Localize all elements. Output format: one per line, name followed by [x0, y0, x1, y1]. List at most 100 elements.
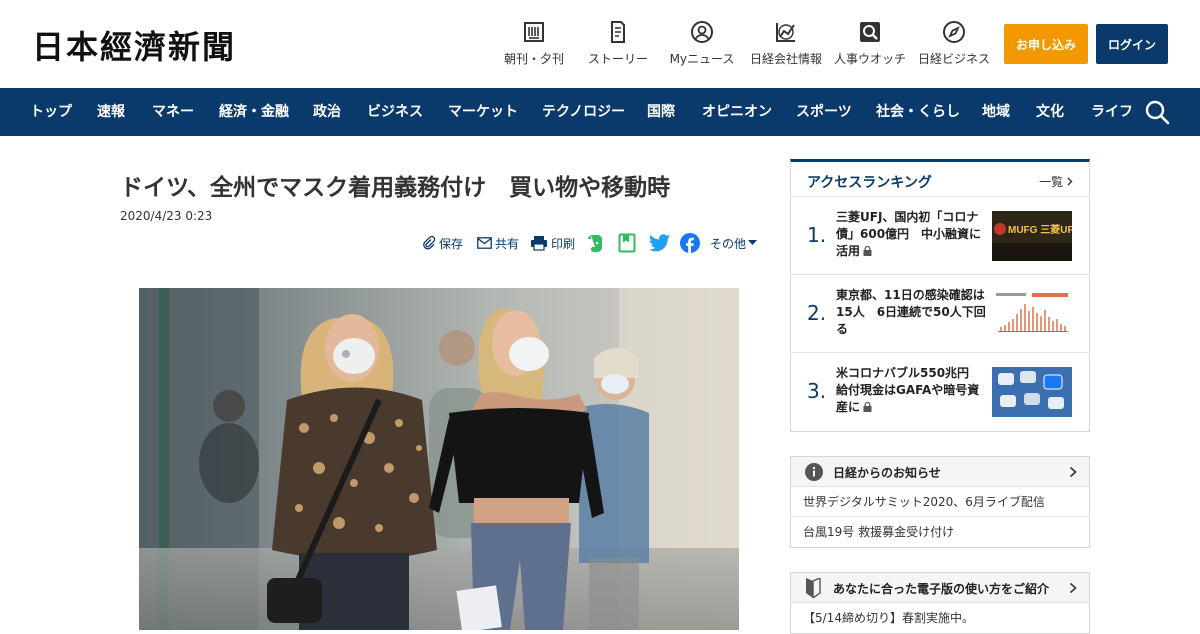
notices-header[interactable]: 日経からのお知らせ — [791, 457, 1089, 487]
lock-icon — [863, 402, 872, 412]
nav-item-technology[interactable]: テクノロジー — [542, 88, 625, 136]
article-photo — [139, 288, 739, 630]
beginner-mark-icon — [806, 578, 821, 598]
search-icon[interactable] — [1144, 99, 1170, 125]
ranking-more-link[interactable]: 一覧 — [1039, 173, 1073, 190]
twitter-icon — [649, 234, 670, 252]
facebook-icon — [680, 233, 700, 253]
header-nav-label: 人事ウオッチ — [833, 52, 906, 66]
ranking-item[interactable]: 1. 三菱UFJ、国内初「コロナ債」600億円 中小融資に活用 MUFG 三菱U… — [791, 197, 1089, 275]
nav-item-opinion[interactable]: オピニオン — [702, 88, 772, 136]
notice-item[interactable]: 世界デジタルサミット2020、6月ライブ配信 — [791, 487, 1089, 517]
ranking-header: アクセスランキング 一覧 — [791, 162, 1089, 197]
header-nav-newspaper[interactable]: 朝刊・夕刊 — [492, 20, 576, 67]
notices-box: 日経からのお知らせ 世界デジタルサミット2020、6月ライブ配信 台風19号 救… — [790, 456, 1090, 548]
header-nav-story[interactable]: ストーリー — [576, 20, 660, 67]
ranking-thumbnail: MUFG 三菱UFJ — [992, 211, 1072, 261]
ranking-more-label: 一覧 — [1039, 175, 1064, 189]
ranking-headline: 米コロナバブル550兆円 給付現金はGAFAや暗号資産に — [836, 365, 986, 416]
notices-title: 日経からのお知らせ — [833, 466, 941, 480]
ranking-headline: 東京都、11日の感染確認は15人 6日連続で50人下回る — [836, 287, 986, 338]
ranking-thumbnail — [992, 367, 1072, 417]
guide-header[interactable]: あなたに合った電子版の使い方をご紹介 — [791, 573, 1089, 603]
story-icon — [611, 21, 625, 43]
ranking-number: 3. — [807, 379, 827, 403]
main-nav: トップ 速報 マネー 経済・金融 政治 ビジネス マーケット テクノロジー 国際… — [0, 88, 1200, 136]
save-button[interactable]: 保存 — [422, 232, 463, 254]
nav-item-sports[interactable]: スポーツ — [796, 88, 852, 136]
guide-item[interactable]: 【5/14締め切り】春割実施中。 — [791, 603, 1089, 633]
evernote-button[interactable] — [586, 232, 604, 254]
ranking-headline: 三菱UFJ、国内初「コロナ債」600億円 中小融資に活用 — [836, 209, 986, 260]
header-nav-mynews[interactable]: Myニュース — [660, 20, 744, 67]
nav-item-breaking[interactable]: 速報 — [97, 88, 125, 136]
evernote-icon — [588, 235, 602, 252]
share-button[interactable]: 共有 — [477, 232, 519, 254]
twitter-button[interactable] — [649, 232, 670, 254]
ranking-number: 1. — [807, 223, 827, 247]
save-label: 保存 — [439, 236, 464, 251]
article-date: 2020/4/23 0:23 — [120, 209, 213, 223]
ranking-title: アクセスランキング — [807, 175, 932, 191]
ranking-headline-text: 米コロナバブル550兆円 給付現金はGAFAや暗号資産に — [836, 366, 982, 414]
nav-item-money[interactable]: マネー — [152, 88, 194, 136]
access-ranking: アクセスランキング 一覧 1. 三菱UFJ、国内初「コロナ債」600億円 中小融… — [790, 159, 1090, 432]
nav-item-top[interactable]: トップ — [30, 88, 72, 136]
person-icon — [691, 21, 713, 43]
paperclip-icon — [423, 236, 436, 250]
nav-item-market[interactable]: マーケット — [448, 88, 518, 136]
lock-icon — [863, 246, 872, 256]
header-nav-label: 日経会社情報 — [749, 52, 822, 66]
bookmark-icon — [618, 233, 636, 253]
print-button[interactable]: 印刷 — [530, 232, 575, 254]
header-nav: 朝刊・夕刊 ストーリー Myニュース 日経会社情報 人事ウオッチ 日経ビジネス — [492, 20, 996, 67]
ranking-headline-text: 東京都、11日の感染確認は15人 6日連続で50人下回る — [836, 288, 986, 336]
newspaper-icon — [524, 22, 544, 42]
bookmark-button[interactable] — [618, 232, 636, 254]
caret-down-icon — [748, 240, 758, 245]
nav-item-culture[interactable]: 文化 — [1036, 88, 1064, 136]
nav-item-politics[interactable]: 政治 — [313, 88, 341, 136]
more-share-button[interactable]: その他 — [710, 232, 758, 254]
header-nav-company-info[interactable]: 日経会社情報 — [744, 20, 828, 67]
nav-item-international[interactable]: 国際 — [647, 88, 675, 136]
nav-item-economy[interactable]: 経済・金融 — [219, 88, 289, 136]
site-logo[interactable]: 日本經濟新聞 — [32, 22, 236, 68]
info-icon — [805, 463, 823, 481]
chart-icon — [776, 23, 795, 42]
subscribe-button[interactable]: お申し込み — [1004, 24, 1088, 64]
chevron-right-icon — [1067, 177, 1073, 186]
ranking-headline-text: 三菱UFJ、国内初「コロナ債」600億円 中小融資に活用 — [836, 210, 982, 258]
header-nav-label: Myニュース — [669, 52, 735, 66]
print-label: 印刷 — [551, 236, 576, 251]
guide-title: あなたに合った電子版の使い方をご紹介 — [833, 582, 1050, 596]
share-label: 共有 — [495, 236, 520, 251]
search-person-icon — [860, 22, 880, 42]
printer-icon — [531, 236, 547, 251]
login-button[interactable]: ログイン — [1096, 24, 1168, 64]
nav-item-life[interactable]: ライフ — [1091, 88, 1133, 136]
article-title: ドイツ、全州でマスク着用義務付け 買い物や移動時 — [120, 175, 671, 201]
compass-icon — [943, 21, 965, 43]
notice-item[interactable]: 台風19号 救援募金受け付け — [791, 517, 1089, 547]
header-nav-personnel-watch[interactable]: 人事ウオッチ — [828, 20, 912, 67]
nav-item-society[interactable]: 社会・くらし — [876, 88, 960, 136]
header-nav-label: 日経ビジネス — [917, 52, 990, 66]
ranking-item[interactable]: 3. 米コロナバブル550兆円 給付現金はGAFAや暗号資産に — [791, 353, 1089, 431]
nav-item-business[interactable]: ビジネス — [367, 88, 423, 136]
more-label: その他 — [710, 236, 747, 251]
chevron-right-icon — [1069, 582, 1077, 594]
site-header: 日本經濟新聞 朝刊・夕刊 ストーリー Myニュース 日経会社情報 人事ウオッチ … — [0, 0, 1200, 88]
header-nav-label: 朝刊・夕刊 — [503, 52, 564, 66]
nav-item-region[interactable]: 地域 — [982, 88, 1010, 136]
chevron-right-icon — [1069, 466, 1077, 478]
guide-box: あなたに合った電子版の使い方をご紹介 【5/14締め切り】春割実施中。 — [790, 572, 1090, 634]
ranking-number: 2. — [807, 301, 827, 325]
header-nav-label: ストーリー — [587, 52, 648, 66]
facebook-button[interactable] — [680, 232, 700, 254]
ranking-item[interactable]: 2. 東京都、11日の感染確認は15人 6日連続で50人下回る — [791, 275, 1089, 353]
mail-icon — [477, 237, 492, 249]
thumbnail-text: MUFG 三菱UFJ — [1008, 223, 1072, 236]
header-nav-nikkei-business[interactable]: 日経ビジネス — [912, 20, 996, 67]
ranking-thumbnail — [992, 289, 1072, 339]
